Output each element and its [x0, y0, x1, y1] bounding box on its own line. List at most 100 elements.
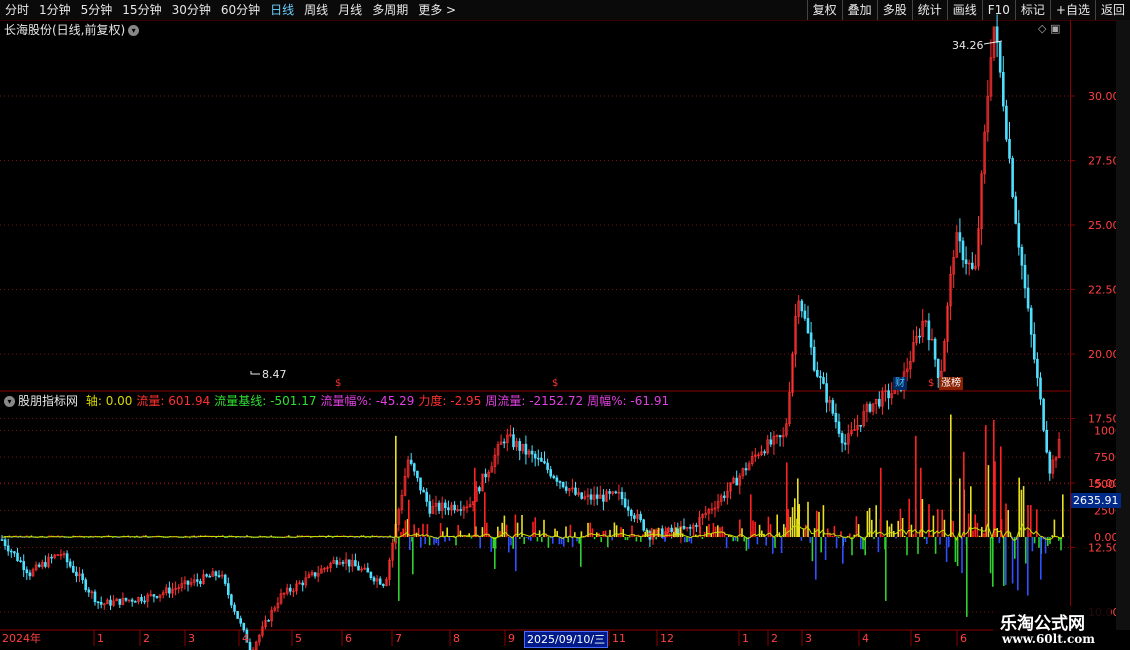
candle-body [629, 510, 633, 516]
indicator-bar [574, 532, 576, 537]
indicator-bar [593, 537, 596, 540]
candle-body [1023, 264, 1027, 289]
candle-body [958, 232, 962, 242]
indicator-bar [811, 537, 814, 562]
indicator-spike [1040, 537, 1042, 580]
candle-body [803, 310, 807, 319]
candle-body [964, 259, 968, 264]
time-tick-label: 3 [188, 632, 195, 645]
indicator-bar [541, 537, 543, 543]
indicator-name[interactable]: 股朋指标网 [18, 394, 78, 408]
indicator-bar [1018, 477, 1020, 537]
candle-body [536, 457, 540, 460]
candle-body [549, 469, 553, 477]
indicator-bar [600, 537, 602, 543]
indicator-bar [992, 537, 994, 587]
time-tick-label: 6 [960, 632, 967, 645]
indicator-bar [457, 524, 459, 537]
candle-body [639, 514, 642, 521]
indicator-bar [871, 519, 873, 537]
candle-body [81, 573, 84, 581]
indicator-spike [1027, 537, 1029, 596]
indicator-bar [816, 510, 818, 537]
indicator-field: 流量: 601.94 [136, 394, 211, 408]
indicator-spike [395, 435, 397, 537]
candle-body [186, 580, 190, 585]
indicator-bar [657, 527, 660, 537]
indicator-bar [675, 527, 677, 537]
indicator-bar [959, 478, 961, 537]
candle-body [13, 551, 16, 554]
event-marker-s[interactable]: $ [333, 377, 343, 390]
event-marker-s[interactable]: $ [550, 377, 560, 390]
indicator-bar [989, 537, 992, 574]
indicator-bar [325, 537, 327, 538]
candle-body [236, 611, 239, 619]
indicator-spike [474, 467, 476, 537]
candle-body [927, 320, 931, 341]
indicator-bar [981, 526, 983, 537]
indicator-bar [310, 537, 312, 538]
candle-body [437, 502, 441, 511]
indicator-bar [917, 537, 919, 554]
candle-body [313, 572, 317, 577]
indicator-bar [1022, 486, 1025, 537]
candle-body [1039, 377, 1042, 400]
indicator-bar [631, 525, 633, 537]
indicator-bar [538, 530, 541, 537]
indicator-bar [926, 537, 928, 545]
candle-body [155, 596, 159, 598]
indicator-bar [580, 531, 583, 537]
candle-body [918, 335, 921, 338]
candle-body [1045, 429, 1048, 453]
event-marker-s[interactable]: $ [926, 377, 936, 390]
indicator-bar [923, 537, 926, 540]
candle-body [227, 583, 230, 595]
candle-body [366, 567, 370, 573]
indicator-bar [1049, 537, 1051, 544]
candle-body [815, 369, 819, 377]
candle-body [769, 439, 773, 445]
indicator-bar [527, 537, 530, 540]
indicator-spike [915, 435, 917, 537]
candle-body [778, 435, 782, 438]
indicator-bar [877, 537, 880, 553]
financial-marker[interactable]: 财 [893, 377, 907, 390]
limit-up-marker[interactable]: 涨榜 [939, 377, 963, 390]
time-tick-label: 2 [143, 632, 150, 645]
indicator-bar [651, 527, 653, 537]
candle-body [744, 468, 748, 471]
price-tick-label: 30.00 [1088, 90, 1120, 103]
side-panel-strip [1116, 20, 1130, 630]
time-tick-label: 1 [97, 632, 104, 645]
indicator-bar [607, 537, 609, 548]
candle-body [933, 338, 937, 360]
indicator-bar [505, 524, 508, 537]
candle-body [580, 492, 584, 499]
candle-body [242, 622, 246, 631]
candle-body [555, 477, 559, 482]
candle-body [205, 574, 208, 577]
indicator-bar [934, 537, 937, 554]
indicator-bar [655, 537, 657, 540]
indicator-field: 力度: -2.95 [418, 394, 482, 408]
indicator-bar [743, 537, 745, 542]
indicator-bar [954, 537, 957, 563]
candle-body [682, 526, 686, 529]
chevron-down-icon[interactable]: ▾ [4, 396, 15, 407]
candle-body [416, 470, 419, 479]
indicator-bar [901, 518, 904, 537]
indicator-bar [1011, 537, 1014, 584]
candle-body [518, 441, 522, 451]
time-tick-label: 4 [242, 632, 249, 645]
indicator-bar [921, 498, 924, 537]
indicator-bar [956, 537, 959, 567]
indicator-bar [1047, 537, 1049, 547]
candle-body [530, 450, 534, 455]
indicator-spike [786, 462, 788, 537]
candle-body [447, 507, 450, 511]
right-axis-border [1070, 20, 1071, 630]
candle-body [22, 561, 26, 571]
candle-body [670, 527, 673, 533]
indicator-bar [569, 524, 572, 537]
